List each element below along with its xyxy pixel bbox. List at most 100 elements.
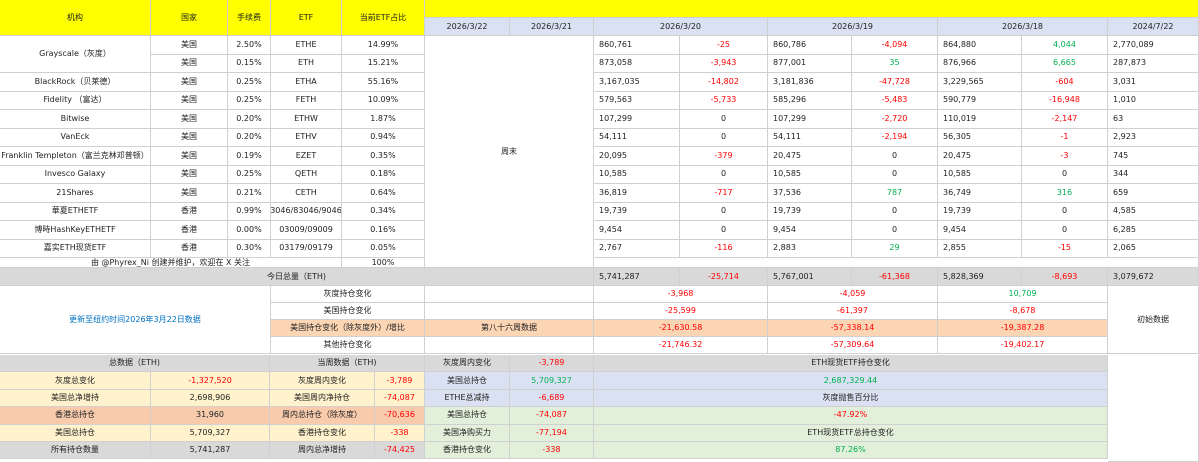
metric-label[interactable]: ETHE总减持 bbox=[425, 389, 510, 408]
change-0319[interactable]: 0 bbox=[852, 165, 938, 184]
country[interactable]: 美国 bbox=[151, 128, 228, 147]
holding-0318[interactable]: 19,739 bbox=[938, 202, 1022, 221]
institution-name[interactable]: Franklin Templeton（富兰克林邓普顿） bbox=[0, 147, 151, 166]
etf-metric-label[interactable]: ETH现货ETF持仓变化 bbox=[594, 355, 1108, 373]
holding-0319[interactable]: 9,454 bbox=[768, 221, 852, 240]
country[interactable]: 美国 bbox=[151, 91, 228, 110]
total-0319[interactable]: 5,767,001 bbox=[768, 268, 852, 286]
holding-0319[interactable]: 3,181,836 bbox=[768, 73, 852, 92]
change-0320[interactable]: -3,943 bbox=[680, 54, 768, 73]
holding-0318[interactable]: 20,475 bbox=[938, 147, 1022, 166]
institution-name[interactable]: Bitwise bbox=[0, 110, 151, 129]
change-0319[interactable]: -47,728 bbox=[852, 73, 938, 92]
header-institution[interactable]: 机构 bbox=[0, 0, 151, 36]
holding-0318[interactable]: 10,585 bbox=[938, 165, 1022, 184]
fee[interactable]: 2.50% bbox=[228, 36, 271, 55]
header-etf[interactable]: ETF bbox=[271, 0, 342, 36]
change-value-0318[interactable]: -19,387.28 bbox=[938, 320, 1108, 337]
holding-0722[interactable]: 3,031 bbox=[1108, 73, 1199, 92]
holding-0320[interactable]: 36,819 bbox=[594, 184, 680, 203]
fee[interactable]: 0.25% bbox=[228, 165, 271, 184]
metric-label[interactable]: 美国总持仓 bbox=[425, 372, 510, 390]
fee[interactable]: 0.30% bbox=[228, 239, 271, 258]
country[interactable]: 香港 bbox=[151, 221, 228, 240]
etf-ticker[interactable]: FETH bbox=[271, 91, 342, 110]
country[interactable]: 香港 bbox=[151, 239, 228, 258]
week-value[interactable]: -338 bbox=[375, 424, 425, 442]
weekend-cell[interactable]: 周末 bbox=[425, 36, 594, 268]
total-0320[interactable]: 5,741,287 bbox=[594, 268, 680, 286]
change-value-0320[interactable]: -3,968 bbox=[594, 286, 768, 303]
metric-value[interactable]: -77,194 bbox=[510, 424, 594, 442]
fee[interactable]: 0.25% bbox=[228, 91, 271, 110]
total-0318[interactable]: 5,828,369 bbox=[938, 268, 1022, 286]
change-0318[interactable]: -1 bbox=[1022, 128, 1108, 147]
holding-0319[interactable]: 107,299 bbox=[768, 110, 852, 129]
summary-header-total[interactable]: 总数据（ETH) bbox=[0, 355, 270, 373]
blank-row[interactable] bbox=[594, 258, 1199, 268]
fee[interactable]: 0.00% bbox=[228, 221, 271, 240]
etf-ticker[interactable]: 03009/09009 bbox=[271, 221, 342, 240]
change-value-0319[interactable]: -4,059 bbox=[768, 286, 938, 303]
change-0319[interactable]: 0 bbox=[852, 147, 938, 166]
etf-share[interactable]: 15.21% bbox=[342, 54, 425, 73]
fee[interactable]: 0.21% bbox=[228, 184, 271, 203]
holding-0318[interactable]: 9,454 bbox=[938, 221, 1022, 240]
holding-0320[interactable]: 873,058 bbox=[594, 54, 680, 73]
holding-0320[interactable]: 107,299 bbox=[594, 110, 680, 129]
holding-0722[interactable]: 4,585 bbox=[1108, 202, 1199, 221]
etf-ticker[interactable]: ETH bbox=[271, 54, 342, 73]
holding-0722[interactable]: 6,285 bbox=[1108, 221, 1199, 240]
change-0320[interactable]: -5,733 bbox=[680, 91, 768, 110]
etf-share[interactable]: 0.34% bbox=[342, 202, 425, 221]
summary-value[interactable]: 31,960 bbox=[151, 407, 270, 425]
holding-0319[interactable]: 54,111 bbox=[768, 128, 852, 147]
change-0318[interactable]: -16,948 bbox=[1022, 91, 1108, 110]
change-0319[interactable]: 29 bbox=[852, 239, 938, 258]
holding-0722[interactable]: 2,065 bbox=[1108, 239, 1199, 258]
country[interactable]: 美国 bbox=[151, 165, 228, 184]
change-0319[interactable]: 35 bbox=[852, 54, 938, 73]
etf-ticker[interactable]: CETH bbox=[271, 184, 342, 203]
holding-0318[interactable]: 56,305 bbox=[938, 128, 1022, 147]
holding-0320[interactable]: 9,454 bbox=[594, 221, 680, 240]
etf-ticker[interactable]: EZET bbox=[271, 147, 342, 166]
holding-0319[interactable]: 19,739 bbox=[768, 202, 852, 221]
change-0318[interactable]: -2,147 bbox=[1022, 110, 1108, 129]
holding-0319[interactable]: 860,786 bbox=[768, 36, 852, 55]
change-0320[interactable]: 0 bbox=[680, 110, 768, 129]
institution-name[interactable]: Fidelity （富达） bbox=[0, 91, 151, 110]
fee[interactable]: 0.20% bbox=[228, 128, 271, 147]
total-change-0318[interactable]: -8,693 bbox=[1022, 268, 1108, 286]
change-0320[interactable]: -717 bbox=[680, 184, 768, 203]
change-0318[interactable]: -604 bbox=[1022, 73, 1108, 92]
etf-share[interactable]: 0.64% bbox=[342, 184, 425, 203]
week-label[interactable]: 灰度周内变化 bbox=[270, 372, 375, 390]
change-value-0318[interactable]: -19,402.17 bbox=[938, 337, 1108, 354]
etf-ticker[interactable]: ETHV bbox=[271, 128, 342, 147]
etf-share[interactable]: 10.09% bbox=[342, 91, 425, 110]
institution-name[interactable]: Invesco Galaxy bbox=[0, 165, 151, 184]
holding-0722[interactable]: 745 bbox=[1108, 147, 1199, 166]
summary-label[interactable]: 美国总净增持 bbox=[0, 389, 151, 408]
holding-0722[interactable]: 2,770,089 bbox=[1108, 36, 1199, 55]
total-change-0320[interactable]: -25,714 bbox=[680, 268, 768, 286]
etf-share[interactable]: 0.16% bbox=[342, 221, 425, 240]
header-date[interactable]: 2026/3/21 bbox=[510, 18, 594, 36]
country[interactable]: 美国 bbox=[151, 110, 228, 129]
change-0319[interactable]: 0 bbox=[852, 202, 938, 221]
holding-0722[interactable]: 659 bbox=[1108, 184, 1199, 203]
country[interactable]: 美国 bbox=[151, 184, 228, 203]
change-0319[interactable]: -5,483 bbox=[852, 91, 938, 110]
header-date[interactable]: 2024/7/22 bbox=[1108, 18, 1199, 36]
holding-0320[interactable]: 19,739 bbox=[594, 202, 680, 221]
holding-0320[interactable]: 2,767 bbox=[594, 239, 680, 258]
institution-name[interactable]: 嘉实ETH现货ETF bbox=[0, 239, 151, 258]
etf-metric-label[interactable]: 灰度抛售百分比 bbox=[594, 389, 1108, 408]
header-date[interactable]: 2026/3/18 bbox=[938, 18, 1108, 36]
summary-value[interactable]: -1,327,520 bbox=[151, 372, 270, 390]
etf-ticker[interactable]: ETHA bbox=[271, 73, 342, 92]
change-0319[interactable]: 787 bbox=[852, 184, 938, 203]
etf-metric-value[interactable]: 87.26% bbox=[594, 442, 1108, 460]
fee[interactable]: 0.99% bbox=[228, 202, 271, 221]
